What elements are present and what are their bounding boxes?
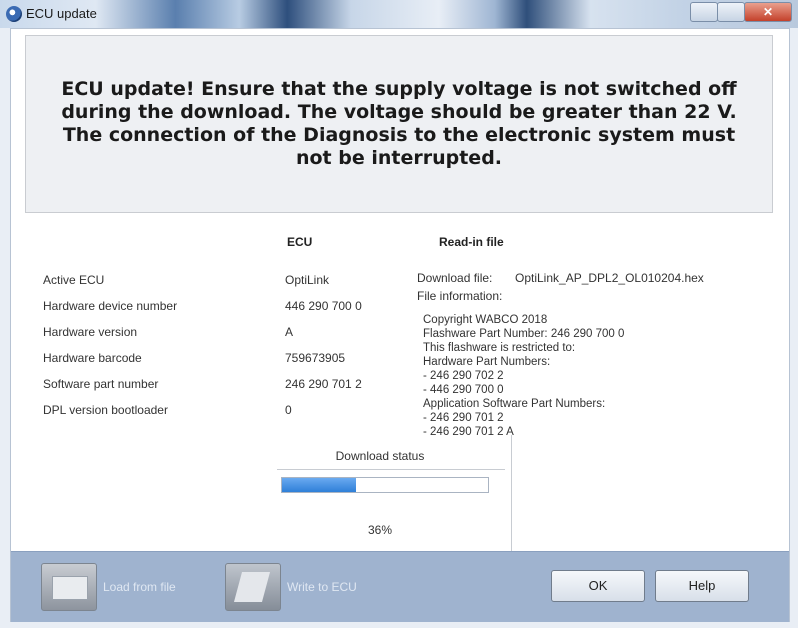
ok-button[interactable]: OK [551,570,645,602]
write-to-ecu-label: Write to ECU [287,580,357,594]
warning-text: ECU update! Ensure that the supply volta… [61,78,737,169]
download-file-value: OptiLink_AP_DPL2_OL010204.hex [515,271,704,285]
info-line: - 246 290 701 2 [423,412,504,424]
write-ecu-icon [225,563,281,611]
divider [277,469,505,470]
hardware-version-value: A [285,325,294,339]
divider [511,435,512,553]
load-from-file-button[interactable]: Load from file [41,562,176,612]
download-status-panel: Download status 36% [255,439,505,543]
hardware-device-number-value: 446 290 700 0 [285,299,362,313]
info-line: - 446 290 700 0 [423,384,504,396]
window-title: ECU update [26,6,97,21]
download-progress-fill [282,478,357,492]
download-progress-percent: 36% [367,523,393,537]
help-button[interactable]: Help [655,570,749,602]
maximize-button[interactable] [717,2,745,22]
info-line: This flashware is restricted to: [423,342,576,354]
hardware-barcode-value: 759673905 [285,351,346,365]
dpl-version-bootloader-label: DPL version bootloader [43,403,168,417]
info-line: Hardware Part Numbers: [423,356,551,368]
hardware-barcode-label: Hardware barcode [43,351,142,365]
warning-panel: ECU update! Ensure that the supply volta… [25,35,773,213]
ecu-column-header: ECU [287,235,313,249]
active-ecu-value: OptiLink [285,273,330,287]
load-file-icon [41,563,97,611]
info-line: - 246 290 701 2 A [423,426,514,438]
file-information-label: File information: [417,289,503,303]
button-bar: Load from file Write to ECU OK Help [11,551,789,622]
hardware-version-label: Hardware version [43,325,138,339]
software-part-number-label: Software part number [43,377,159,391]
download-file-label: Download file: [417,271,493,285]
write-to-ecu-button[interactable]: Write to ECU [225,562,357,612]
title-bar: ECU update ✕ [0,0,798,28]
hardware-device-number-label: Hardware device number [43,299,178,313]
active-ecu-label: Active ECU [43,273,105,287]
dpl-version-bootloader-value: 0 [285,403,292,417]
info-line: Copyright WABCO 2018 [423,314,548,326]
ecu-info-panel: ECU Read-in file Active ECU OptiLink Har… [25,225,773,555]
read-in-file-header: Read-in file [439,235,504,249]
info-line: - 246 290 702 2 [423,370,504,382]
software-part-number-value: 246 290 701 2 [285,377,362,391]
info-line: Flashware Part Number: 246 290 700 0 [423,328,625,340]
download-status-label: Download status [335,449,425,463]
dialog-frame: ECU update! Ensure that the supply volta… [10,28,790,622]
close-button[interactable]: ✕ [744,2,792,22]
ecu-app-icon [6,6,22,22]
info-line: Application Software Part Numbers: [423,398,606,410]
minimize-button[interactable] [690,2,718,22]
download-progress-bar [281,477,489,493]
load-from-file-label: Load from file [103,580,176,594]
file-information-box: Copyright WABCO 2018 Flashware Part Numb… [423,313,753,439]
